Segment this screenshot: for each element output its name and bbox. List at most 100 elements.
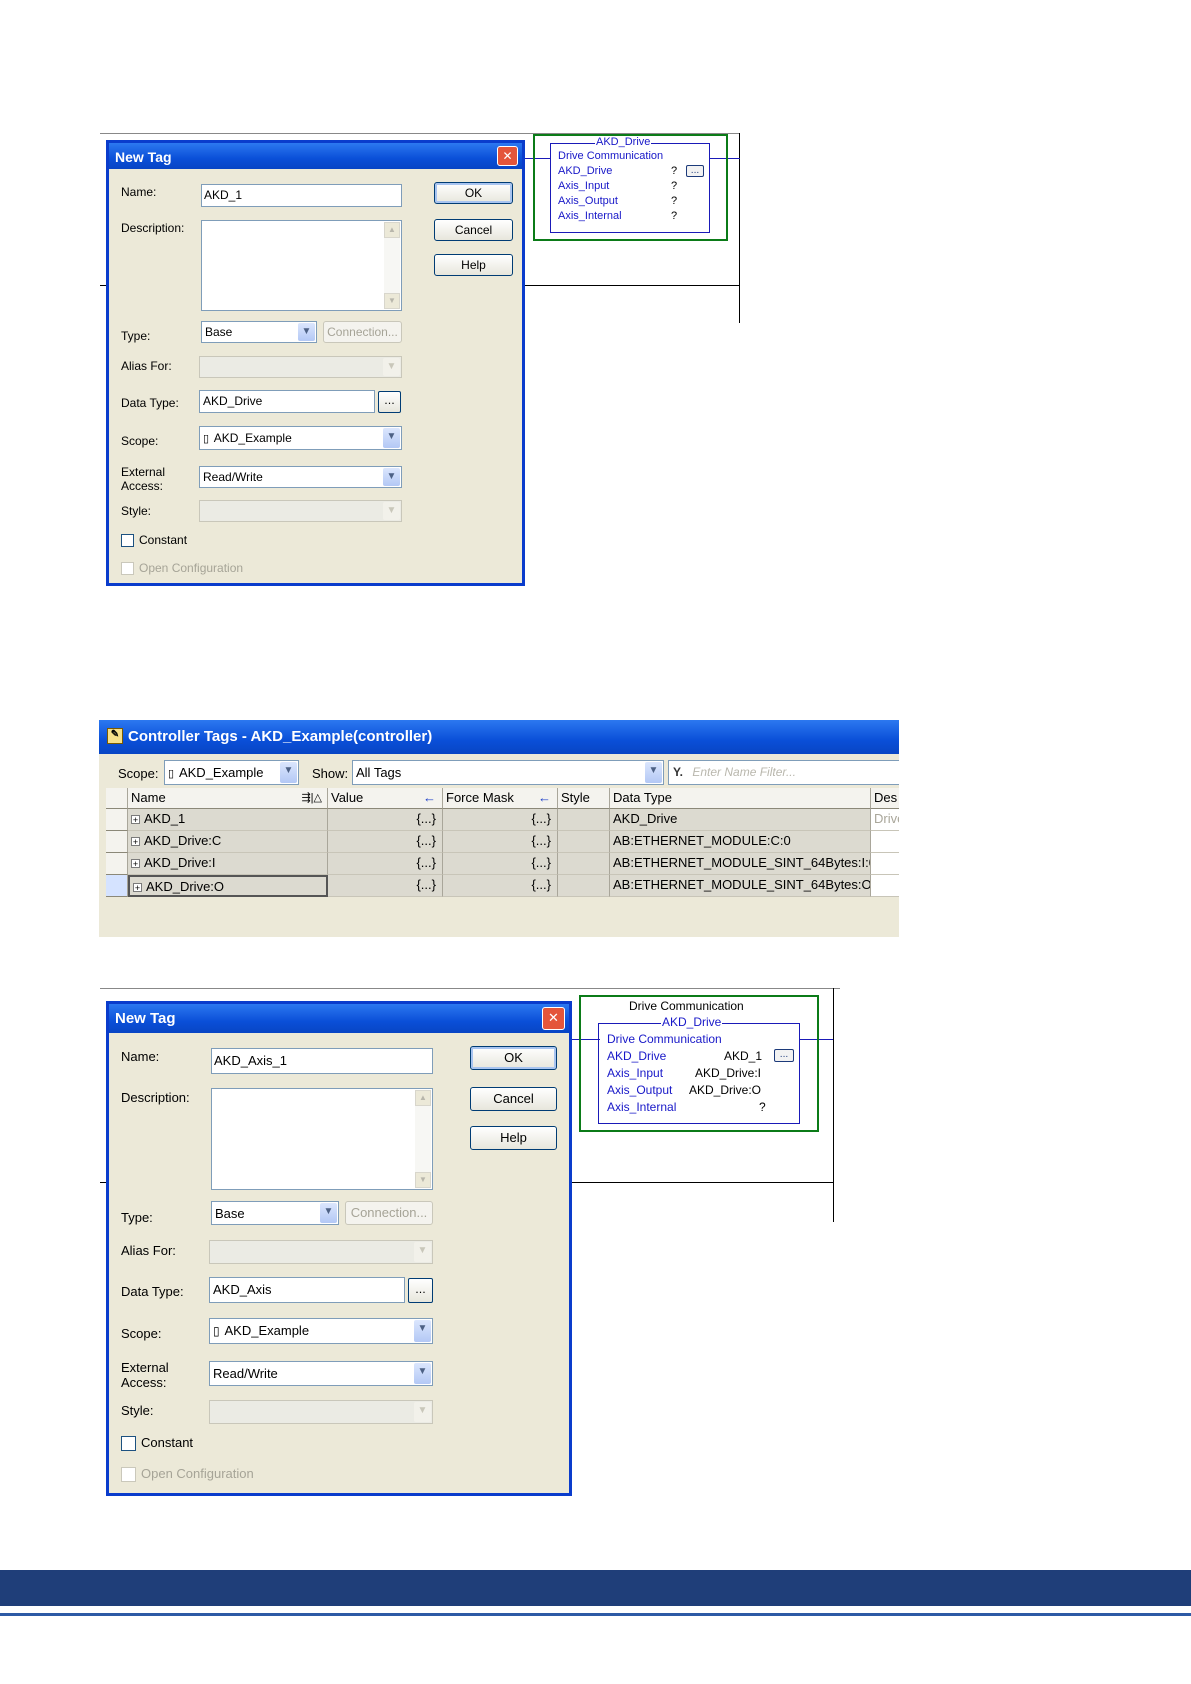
column-header-force-mask[interactable]: Force Mask ← [443,788,558,809]
column-header-data-type[interactable]: Data Type [610,788,871,809]
chevron-down-icon[interactable]: ▼ [383,428,400,448]
chevron-down-icon[interactable]: ▼ [298,323,315,341]
row-selector[interactable] [106,853,128,875]
description-cell[interactable] [871,853,899,875]
arrow-left-icon[interactable]: ← [423,788,436,808]
scroll-down-icon[interactable]: ▼ [384,293,400,309]
style-cell[interactable] [558,809,610,831]
row-selector[interactable] [106,875,128,897]
data-type-browse-button[interactable]: ... [408,1278,433,1303]
aoi-param-value: AKD_1 [724,1049,763,1063]
aoi-param-name: AKD_Drive [607,1049,667,1063]
data-type-cell[interactable]: AB:ETHERNET_MODULE_SINT_64Bytes:O:0 [610,875,871,897]
column-header-name[interactable]: Name ⇶|△ [128,788,328,809]
ok-button[interactable]: OK [434,182,513,204]
data-type-cell[interactable]: AB:ETHERNET_MODULE:C:0 [610,831,871,853]
name-filter-input[interactable]: Y. Enter Name Filter... [668,760,899,785]
chevron-down-icon: ▼ [414,1242,431,1262]
filter-icon[interactable]: Y. [673,765,683,779]
chevron-down-icon[interactable]: ▼ [414,1363,431,1384]
help-button[interactable]: Help [470,1126,557,1150]
value-cell[interactable]: {...} [328,831,443,853]
arrow-left-icon[interactable]: ← [538,788,551,808]
style-cell[interactable] [558,875,610,897]
scope-select[interactable]: ▯ AKD_Example ▼ [164,760,299,785]
chevron-down-icon[interactable]: ▼ [383,468,400,486]
description-cell[interactable] [871,875,899,897]
chevron-down-icon[interactable]: ▼ [645,762,662,783]
aoi-param-name: Axis_Internal [607,1100,677,1114]
scope-label: Scope: [121,434,159,448]
cancel-button[interactable]: Cancel [470,1087,557,1111]
chevron-down-icon[interactable]: ▼ [280,762,297,783]
type-select[interactable]: Base ▼ [211,1201,339,1225]
chevron-down-icon[interactable]: ▼ [414,1320,431,1342]
force-mask-cell[interactable]: {...} [443,831,558,853]
description-textarea[interactable]: ▲ ▼ [211,1088,433,1190]
data-type-input[interactable]: AKD_Drive [199,390,375,413]
description-cell[interactable]: Drive [871,809,899,831]
scope-select[interactable]: ▯ AKD_Example ▼ [199,426,402,450]
tag-name: AKD_Drive:C [144,833,222,848]
name-input[interactable]: AKD_Axis_1 [211,1048,433,1074]
column-value-label: Value [331,790,364,805]
external-access-select[interactable]: Read/Write ▼ [199,466,402,488]
tag-name-cell[interactable]: + AKD_1 [128,809,328,831]
style-cell[interactable] [558,831,610,853]
ok-button[interactable]: OK [470,1046,557,1070]
sort-icon[interactable]: ⇶|△ [301,788,322,808]
description-cell[interactable] [871,831,899,853]
column-header-value[interactable]: Value ← [328,788,443,809]
tag-name-cell[interactable]: + AKD_Drive:O [128,875,328,897]
close-icon[interactable]: ✕ [542,1007,565,1030]
row-selector[interactable] [106,831,128,853]
tag-name-cell[interactable]: + AKD_Drive:I [128,853,328,875]
expand-icon[interactable]: + [131,859,140,869]
open-configuration-checkbox [121,562,134,575]
scroll-down-icon[interactable]: ▼ [415,1172,431,1188]
connection-button[interactable]: Connection... [323,321,402,343]
aoi-block[interactable]: AKD_Drive Drive Communication AKD_Drive … [550,136,710,233]
scroll-up-icon[interactable]: ▲ [384,222,400,238]
column-header-description[interactable]: Des [871,788,899,809]
data-type-cell[interactable]: AB:ETHERNET_MODULE_SINT_64Bytes:I:0 [610,853,871,875]
data-type-cell[interactable]: AKD_Drive [610,809,871,831]
constant-checkbox[interactable] [121,1436,136,1451]
force-mask-cell[interactable]: {...} [443,853,558,875]
data-type-input[interactable]: AKD_Axis [209,1277,405,1303]
connection-button[interactable]: Connection... [345,1201,433,1225]
tag-name-cell[interactable]: + AKD_Drive:C [128,831,328,853]
force-mask-cell[interactable]: {...} [443,875,558,897]
expand-icon[interactable]: + [131,815,140,825]
expand-icon[interactable]: + [131,837,140,847]
scrollbar[interactable]: ▲ ▼ [415,1090,431,1188]
column-header-style[interactable]: Style [558,788,610,809]
aoi-block[interactable]: AKD_Drive Drive Communication AKD_Drive … [598,1015,800,1124]
description-textarea[interactable]: ▲ ▼ [201,220,402,311]
close-icon[interactable]: ✕ [497,146,518,166]
scope-select[interactable]: ▯ AKD_Example ▼ [209,1318,433,1344]
value-cell[interactable]: {...} [328,875,443,897]
scrollbar[interactable]: ▲ ▼ [384,222,400,309]
style-cell[interactable] [558,853,610,875]
scroll-up-icon[interactable]: ▲ [415,1090,431,1106]
data-type-browse-button[interactable]: ... [378,391,401,413]
value-cell[interactable]: {...} [328,809,443,831]
aoi-browse-button[interactable]: ... [686,165,704,177]
constant-checkbox[interactable] [121,534,134,547]
external-access-label-line2: Access: [121,479,164,493]
force-mask-cell[interactable]: {...} [443,809,558,831]
external-access-select[interactable]: Read/Write ▼ [209,1361,433,1386]
type-select[interactable]: Base ▼ [201,321,317,343]
aoi-param-value: ? [671,180,678,192]
show-select[interactable]: All Tags ▼ [352,760,664,785]
row-selector[interactable] [106,809,128,831]
aoi-browse-button[interactable]: ... [774,1049,794,1062]
expand-icon[interactable]: + [133,883,142,893]
description-label: Description: [121,1090,190,1105]
value-cell[interactable]: {...} [328,853,443,875]
cancel-button[interactable]: Cancel [434,219,513,241]
chevron-down-icon[interactable]: ▼ [320,1203,337,1223]
name-input[interactable]: AKD_1 [201,184,402,207]
help-button[interactable]: Help [434,254,513,276]
